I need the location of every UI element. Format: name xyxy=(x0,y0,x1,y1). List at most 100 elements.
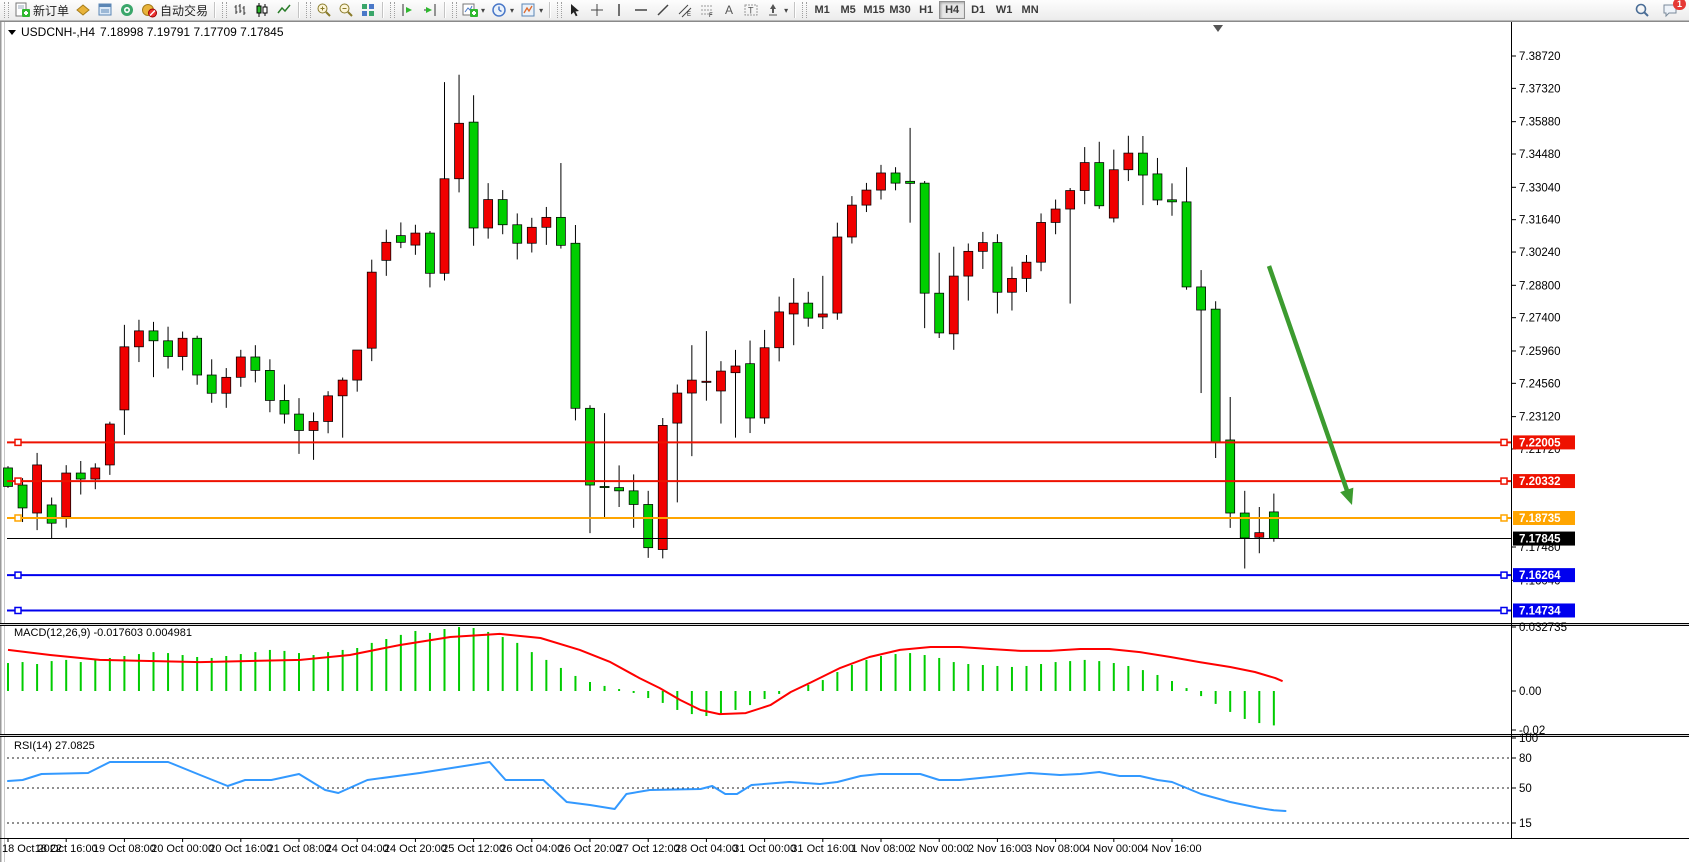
vline-icon xyxy=(611,2,627,18)
timeframe-button-M30[interactable]: M30 xyxy=(887,1,913,19)
candle-body xyxy=(716,371,725,391)
line-handle[interactable] xyxy=(15,607,21,613)
rsi-level-label: 50 xyxy=(1519,783,1532,795)
chart-shift-button[interactable] xyxy=(397,1,419,20)
vline-button[interactable] xyxy=(608,1,630,20)
fibonacci-button[interactable]: F xyxy=(696,1,718,20)
text-button[interactable]: A xyxy=(718,1,740,20)
timeframe-button-H1[interactable]: H1 xyxy=(913,1,939,19)
hline-button[interactable] xyxy=(630,1,652,20)
price-line-tag-label: 7.16264 xyxy=(1519,570,1561,582)
zoom-in-button[interactable] xyxy=(313,1,335,20)
timeframe-button-H4[interactable]: H4 xyxy=(939,1,965,19)
candle-body xyxy=(105,424,114,465)
candle-body xyxy=(527,227,536,243)
macd-axis-label: 0.00 xyxy=(1519,686,1541,698)
chart-line-button[interactable] xyxy=(273,1,295,20)
candle-body xyxy=(134,331,143,347)
trendline-button[interactable] xyxy=(652,1,674,20)
data-window-button[interactable] xyxy=(116,1,138,20)
chevron-down-icon: ▾ xyxy=(539,6,543,15)
templates-button[interactable]: ▾ xyxy=(517,1,546,20)
candle-body xyxy=(411,233,420,245)
line-handle[interactable] xyxy=(1501,607,1507,613)
time-tick-label: 19 Oct 08:00 xyxy=(93,843,156,855)
price-line-tag-label: 7.18735 xyxy=(1519,513,1561,525)
text-a-icon: A xyxy=(721,2,737,18)
line-handle[interactable] xyxy=(1501,439,1507,445)
candle-body xyxy=(1211,309,1220,442)
chart-bars-button[interactable] xyxy=(229,1,251,20)
candle-body xyxy=(1124,153,1133,170)
ticket-button[interactable] xyxy=(72,1,94,20)
market-watch-button[interactable] xyxy=(94,1,116,20)
line-handle[interactable] xyxy=(1501,478,1507,484)
hline-icon xyxy=(633,2,649,18)
line-handle[interactable] xyxy=(15,515,21,521)
indicators-button[interactable]: ▾ xyxy=(459,1,488,20)
text-label-button[interactable]: T xyxy=(740,1,762,20)
candle-body xyxy=(178,338,187,356)
price-tick-label: 7.35880 xyxy=(1519,117,1561,129)
zoom-out-button[interactable] xyxy=(335,1,357,20)
candle-body xyxy=(949,276,958,334)
toolbar-right-tools: 1 xyxy=(1631,1,1689,20)
timeframe-button-M1[interactable]: M1 xyxy=(809,1,835,19)
price-tick-label: 7.34480 xyxy=(1519,149,1561,161)
symbol-dropdown-icon[interactable] xyxy=(8,30,16,35)
candle-body xyxy=(309,421,318,430)
autotrade-icon xyxy=(141,2,157,18)
timeframe-button-W1[interactable]: W1 xyxy=(991,1,1017,19)
time-tick-label: 31 Oct 00:00 xyxy=(733,843,796,855)
timeframe-button-D1[interactable]: D1 xyxy=(965,1,991,19)
candle-body xyxy=(265,370,274,400)
chart-title: USDCNH-,H4 7.18998 7.19791 7.17709 7.178… xyxy=(8,25,284,39)
timeframe-button-M15[interactable]: M15 xyxy=(861,1,887,19)
candle-body xyxy=(440,179,449,274)
toolbar-search-button[interactable] xyxy=(1631,1,1653,20)
candle-body xyxy=(164,341,173,357)
candle-body xyxy=(62,473,71,517)
line-handle[interactable] xyxy=(1501,572,1507,578)
arrows-button[interactable]: ▾ xyxy=(762,1,791,20)
price-tick-label: 7.31640 xyxy=(1519,215,1561,227)
svg-text:T: T xyxy=(748,6,754,16)
timeframe-button-MN[interactable]: MN xyxy=(1017,1,1043,19)
candle-body xyxy=(1095,163,1104,206)
line-handle[interactable] xyxy=(15,478,21,484)
line-handle[interactable] xyxy=(15,439,21,445)
candle-body xyxy=(1226,440,1235,513)
time-tick-label: 26 Oct 20:00 xyxy=(559,843,622,855)
new-order-button[interactable]: 新订单 xyxy=(11,1,72,20)
periods-button[interactable]: ▾ xyxy=(488,1,517,20)
tile-windows-button[interactable] xyxy=(357,1,379,20)
line-handle[interactable] xyxy=(1501,515,1507,521)
chart-symbol-period: USDCNH-,H4 xyxy=(21,25,95,39)
candle-body xyxy=(222,377,231,393)
auto-scroll-button[interactable] xyxy=(419,1,441,20)
channel-button[interactable]: E xyxy=(674,1,696,20)
zoom-out-icon xyxy=(338,2,354,18)
ticket-icon xyxy=(75,2,91,18)
template-icon xyxy=(520,2,536,18)
timeframe-button-M5[interactable]: M5 xyxy=(835,1,861,19)
crosshair-button[interactable] xyxy=(586,1,608,20)
candle-body xyxy=(935,293,944,333)
market-watch-icon xyxy=(97,2,113,18)
notifications-button[interactable]: 1 xyxy=(1659,1,1681,20)
new-order-button-label: 新订单 xyxy=(33,2,69,19)
cursor-button[interactable] xyxy=(564,1,586,20)
svg-text:E: E xyxy=(687,12,691,18)
line-handle[interactable] xyxy=(15,572,21,578)
candle-body xyxy=(978,243,987,252)
autotrade-button[interactable]: 自动交易 xyxy=(138,1,211,20)
toolbar-grip xyxy=(4,2,9,18)
candle-body xyxy=(1007,278,1016,292)
cursor-icon xyxy=(567,2,583,18)
candle-body xyxy=(1240,513,1249,538)
candle-body xyxy=(47,505,56,523)
chart-candles-button[interactable] xyxy=(251,1,273,20)
chart-canvas[interactable]: 7.387207.373207.358807.344807.330407.316… xyxy=(0,0,1689,862)
candle-body xyxy=(702,381,711,382)
macd-axis-label: 0.032735 xyxy=(1519,622,1567,634)
